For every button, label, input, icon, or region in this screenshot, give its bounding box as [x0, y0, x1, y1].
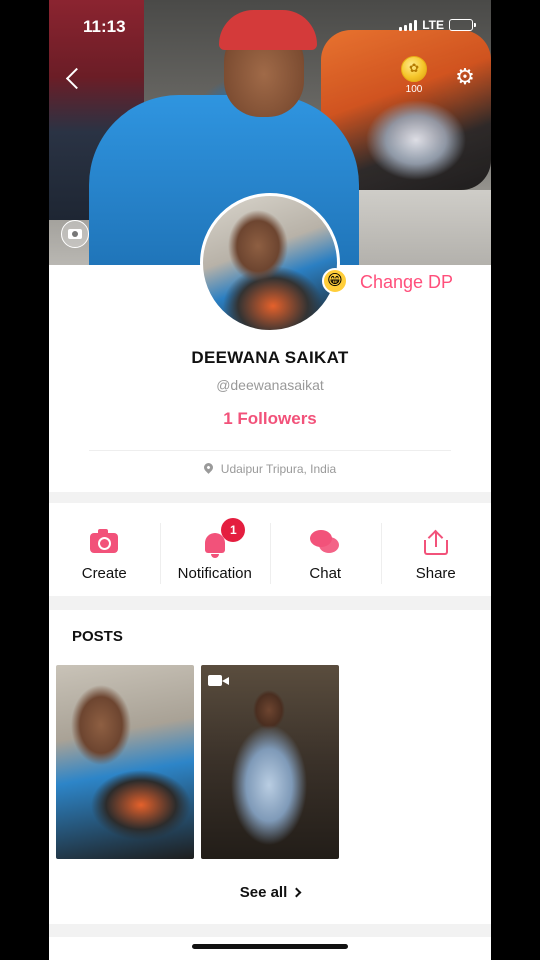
- grinning-emoji-icon: 😁: [322, 268, 348, 294]
- share-icon: [423, 529, 449, 556]
- post-thumbnail[interactable]: [201, 665, 339, 859]
- status-time: 11:13: [83, 17, 126, 36]
- camera-icon: [90, 529, 119, 553]
- status-indicators: LTE: [399, 18, 476, 32]
- change-cover-camera-icon[interactable]: [61, 220, 89, 248]
- profile-name: DEEWANA SAIKAT: [191, 348, 349, 367]
- settings-gear-icon[interactable]: ⚙: [454, 66, 476, 88]
- notification-button[interactable]: 1 Notification: [159, 503, 271, 596]
- cover-person-cap: [219, 10, 317, 50]
- chat-icon: [310, 530, 340, 556]
- share-button[interactable]: Share: [380, 503, 492, 596]
- chat-button[interactable]: Chat: [270, 503, 381, 596]
- coin-icon: ✿: [401, 56, 427, 82]
- change-dp-link[interactable]: Change DP: [360, 272, 453, 293]
- location-pin-icon: [201, 461, 215, 474]
- profile-location: Udaipur Tripura, India: [49, 461, 491, 476]
- chevron-right-icon: [291, 887, 302, 898]
- see-all-label: See all: [239, 884, 288, 901]
- video-camera-icon: [208, 675, 229, 686]
- profile-screen: 11:13 LTE ✿ 100 ⚙ 😁 Change DP DEEWANA SA…: [49, 0, 491, 960]
- profile-avatar[interactable]: [200, 193, 340, 333]
- action-bar: Create 1 Notification Chat Share: [49, 503, 491, 596]
- post-thumbnail[interactable]: [56, 665, 194, 859]
- divider: [89, 450, 451, 451]
- home-indicator[interactable]: [192, 944, 348, 949]
- see-all-link[interactable]: See all: [49, 884, 491, 901]
- coins-button[interactable]: ✿ 100: [399, 56, 429, 95]
- location-text: Udaipur Tripura, India: [220, 462, 337, 476]
- share-label: Share: [415, 565, 456, 582]
- create-button[interactable]: Create: [49, 503, 160, 596]
- profile-handle: @deewanasaikat: [216, 377, 324, 393]
- coin-count: 100: [405, 84, 423, 95]
- signal-icon: [399, 19, 418, 31]
- network-type: LTE: [422, 18, 444, 32]
- battery-icon: [449, 19, 476, 31]
- posts-title: POSTS: [72, 628, 123, 645]
- back-button[interactable]: [61, 64, 85, 94]
- create-label: Create: [81, 565, 127, 582]
- notification-badge: 1: [221, 518, 246, 542]
- notification-label: Notification: [177, 565, 252, 582]
- chat-label: Chat: [309, 565, 342, 582]
- followers-link[interactable]: 1 Followers: [49, 409, 491, 429]
- posts-section: POSTS See all: [49, 610, 491, 924]
